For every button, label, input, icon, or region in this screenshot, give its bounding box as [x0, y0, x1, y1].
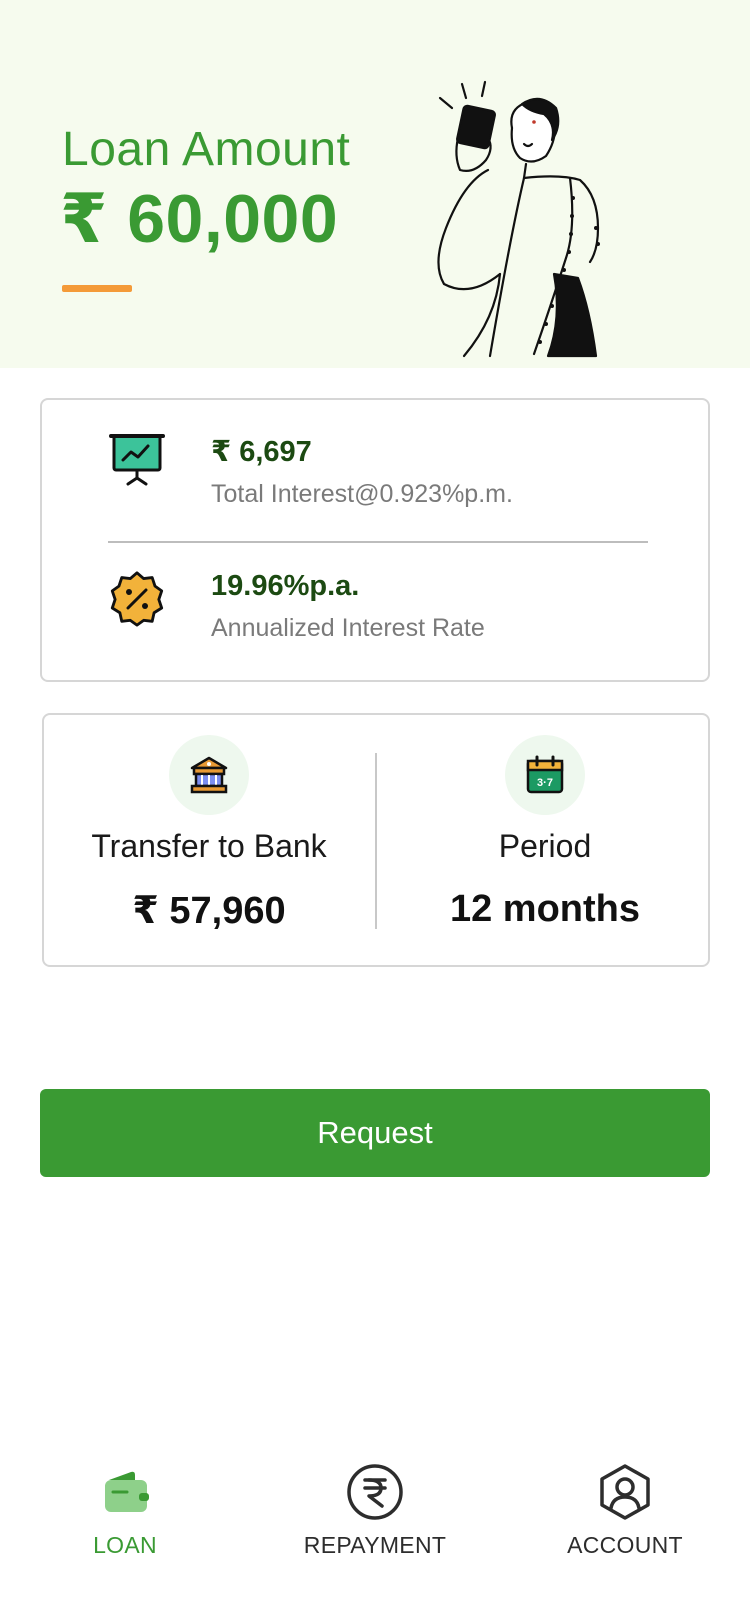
total-interest-caption: Total Interest@0.923%p.m.: [211, 480, 513, 508]
interest-summary-card: ₹ 6,697 Total Interest@0.923%p.m. 19.96%…: [40, 398, 710, 682]
nav-item-repayment[interactable]: REPAYMENT: [275, 1440, 475, 1560]
user-icon: [600, 1464, 650, 1520]
transfer-period-card: Transfer to Bank ₹ 57,960 3·7 Period 12 …: [42, 713, 710, 967]
bank-icon: [190, 756, 228, 794]
column-divider: [375, 753, 377, 929]
total-interest-row: ₹ 6,697 Total Interest@0.923%p.m.: [42, 400, 708, 540]
total-interest-value: ₹ 6,697: [211, 436, 312, 468]
discount-badge-icon: [110, 571, 164, 627]
woman-with-phone-illustration: [437, 80, 600, 358]
transfer-to-bank-value: ₹ 57,960: [132, 890, 286, 932]
nav-label-account: ACCOUNT: [567, 1532, 683, 1558]
bank-icon-badge: [169, 735, 249, 815]
nav-item-account[interactable]: ACCOUNT: [525, 1440, 725, 1560]
rupee-icon: [347, 1464, 403, 1520]
wallet-icon: [105, 1471, 149, 1512]
loan-amount-hero: Loan Amount ₹ 60,000: [0, 0, 750, 368]
transfer-to-bank-label: Transfer to Bank: [91, 828, 327, 864]
request-button[interactable]: Request: [40, 1089, 710, 1177]
period-label: Period: [498, 828, 592, 864]
nav-label-loan: LOAN: [93, 1532, 157, 1558]
presentation-chart-icon: [109, 434, 165, 486]
loan-amount-label: Loan Amount: [62, 123, 351, 176]
nav-label-repayment: REPAYMENT: [303, 1532, 447, 1558]
calendar-icon-badge: 3·7: [505, 735, 585, 815]
loan-amount-value: ₹ 60,000: [60, 181, 339, 257]
nav-item-loan[interactable]: LOAN: [25, 1440, 225, 1560]
bottom-navigation: LOAN REPAYMENT ACCOUNT: [0, 1440, 750, 1570]
annual-rate-row: 19.96%p.a. Annualized Interest Rate: [42, 542, 708, 682]
period-column: 3·7 Period 12 months: [380, 715, 710, 965]
calendar-icon-text: 3·7: [537, 777, 553, 789]
transfer-to-bank-column: Transfer to Bank ₹ 57,960: [44, 715, 374, 965]
calendar-icon: 3·7: [526, 755, 564, 794]
annual-rate-caption: Annualized Interest Rate: [211, 614, 485, 642]
annual-rate-value: 19.96%p.a.: [211, 570, 360, 602]
period-value: 12 months: [449, 888, 641, 930]
accent-underline: [62, 285, 132, 292]
